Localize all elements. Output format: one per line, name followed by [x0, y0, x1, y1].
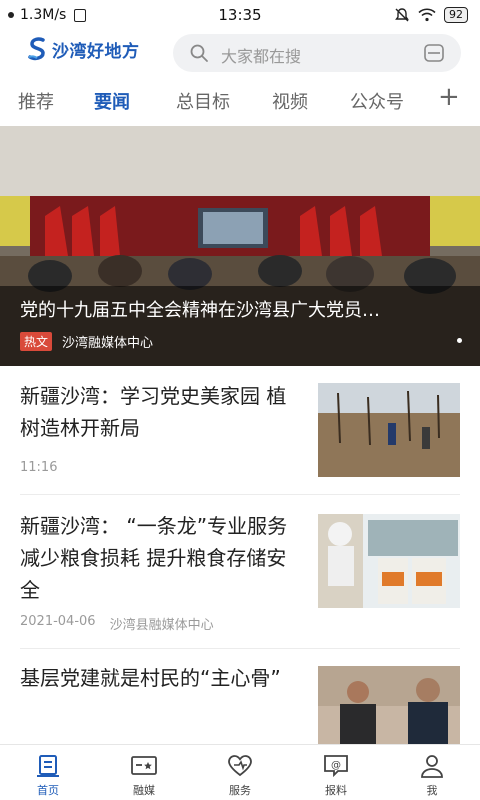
channel-tabs: 推荐 要闻 总目标 视频 公众号 + — [0, 82, 480, 122]
news-title: 新疆沙湾： “一条龙”专业服务 减少粮食损耗 提升粮食存储安全 — [20, 514, 288, 602]
scan-icon[interactable] — [423, 43, 445, 63]
brand-name: 沙湾好地方 — [52, 41, 140, 62]
carousel-dot — [457, 338, 462, 343]
tab-recommend[interactable]: 推荐 — [18, 88, 54, 114]
search-placeholder: 大家都在搜 — [221, 47, 302, 66]
hero-source: 沙湾融媒体中心 — [62, 336, 154, 351]
app-logo[interactable]: 沙湾好地方 — [26, 36, 140, 62]
nav-service[interactable]: 服务 — [192, 745, 288, 800]
nav-media[interactable]: 融媒 — [96, 745, 192, 800]
bottom-nav: 首页 融媒 服务 @ 报料 我 — [0, 744, 480, 800]
tab-headlines[interactable]: 要闻 — [94, 88, 130, 114]
brand-s-icon — [28, 37, 45, 61]
news-item-3[interactable]: 基层党建就是村民的“主心骨” — [20, 662, 460, 744]
news-meta: 11:16 — [20, 460, 57, 475]
nav-report[interactable]: @ 报料 — [288, 745, 384, 800]
hero-title: 党的十九届五中全会精神在沙湾县广大党员… — [20, 300, 380, 321]
svg-text:@: @ — [331, 760, 341, 771]
report-icon: @ — [324, 755, 348, 778]
add-channel-icon[interactable]: + — [438, 84, 460, 110]
news-item-1[interactable]: 新疆沙湾：学习党史美家园 植树造林开新局 11:16 — [20, 380, 460, 486]
hero-meta: 热文 沙湾融媒体中心 — [20, 332, 153, 351]
news-item-2[interactable]: 新疆沙湾： “一条龙”专业服务 减少粮食损耗 提升粮食存储安全 2021-04-… — [20, 510, 460, 634]
media-icon — [131, 756, 157, 775]
profile-icon — [421, 755, 443, 778]
news-title: 基层党建就是村民的“主心骨” — [20, 666, 281, 690]
wifi-icon — [418, 8, 436, 22]
app-header: 沙湾好地方 大家都在搜 — [0, 32, 480, 76]
news-thumbnail — [318, 666, 460, 744]
grain-bags-image — [318, 514, 460, 608]
tree-planting-image — [318, 383, 460, 477]
nav-profile[interactable]: 我 — [384, 745, 480, 800]
battery-indicator: 92 — [444, 7, 468, 23]
nav-label: 服务 — [229, 784, 251, 797]
nav-label: 融媒 — [133, 784, 155, 797]
nav-label: 首页 — [37, 784, 59, 797]
news-source: 沙湾县融媒体中心 — [109, 618, 214, 633]
tab-official-accounts[interactable]: 公众号 — [350, 88, 404, 114]
service-heart-icon — [228, 755, 252, 777]
home-icon — [37, 755, 59, 777]
news-thumbnail — [318, 383, 460, 477]
search-icon — [190, 44, 208, 62]
hot-badge: 热文 — [20, 332, 53, 351]
carousel-dots — [457, 338, 462, 343]
mute-bell-icon — [395, 8, 409, 22]
tab-goals[interactable]: 总目标 — [176, 88, 230, 114]
status-bar: 1.3M/s 13:35 92 — [0, 0, 480, 30]
villagers-image — [318, 666, 460, 744]
news-thumbnail — [318, 514, 460, 608]
hero-meeting-image — [0, 126, 480, 366]
news-date: 2021-04-06 — [20, 614, 96, 629]
news-title: 新疆沙湾：学习党史美家园 植树造林开新局 — [20, 384, 287, 440]
tab-video[interactable]: 视频 — [272, 88, 308, 114]
divider — [20, 494, 460, 495]
news-time: 11:16 — [20, 460, 58, 475]
network-speed: 1.3M/s — [20, 7, 67, 23]
divider — [20, 648, 460, 649]
notification-dot-icon — [8, 12, 14, 18]
sim-icon — [74, 8, 87, 22]
nav-home[interactable]: 首页 — [0, 745, 96, 800]
nav-label: 报料 — [325, 784, 347, 797]
search-bar[interactable]: 大家都在搜 — [173, 34, 461, 72]
nav-label: 我 — [426, 784, 438, 797]
news-meta: 2021-04-06 沙湾县融媒体中心 — [20, 614, 214, 633]
hero-banner[interactable]: 党的十九届五中全会精神在沙湾县广大党员… 热文 沙湾融媒体中心 — [0, 126, 480, 366]
